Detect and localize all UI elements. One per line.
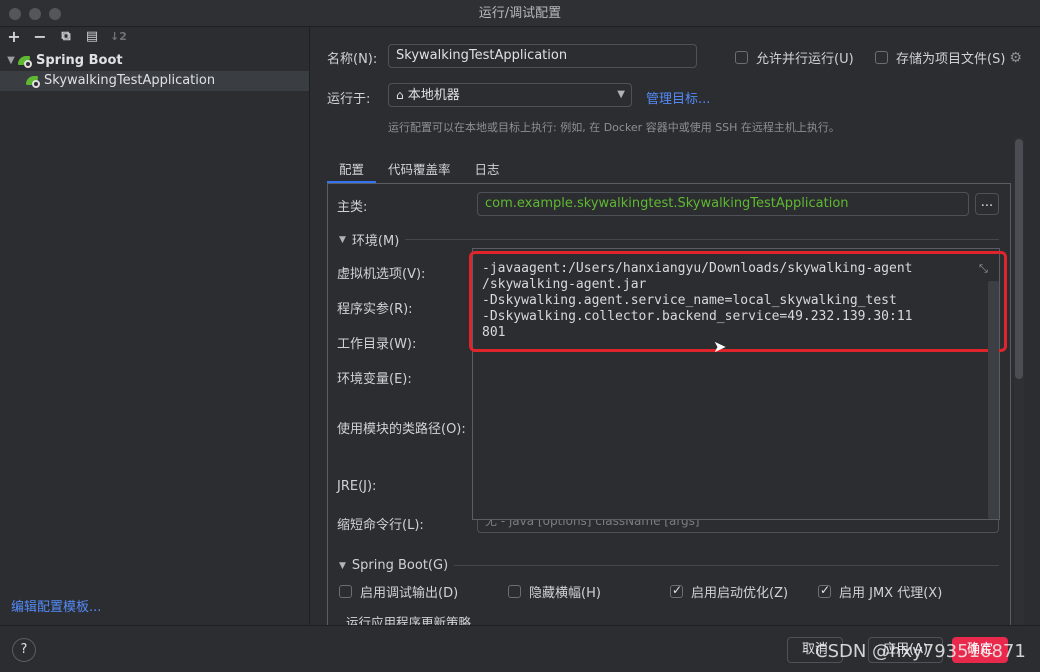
sort-icon[interactable]: ↓2 xyxy=(110,29,127,45)
config-tabs: 配置 代码覆盖率 日志 xyxy=(327,157,512,183)
launch-optimization-label: 启用启动优化(Z) xyxy=(691,586,789,601)
vm-options-label: 虚拟机选项(V): xyxy=(337,267,426,282)
scrollbar-thumb[interactable] xyxy=(1015,139,1023,379)
editor-scrollbar[interactable] xyxy=(988,281,999,519)
window-title: 运行/调试配置 xyxy=(478,6,562,21)
chevron-down-icon: ▼ xyxy=(617,89,625,100)
close-window-button[interactable] xyxy=(9,8,21,20)
dialog-window: 运行/调试配置 + − ⧉ ▤ ↓2 ▼ Spring Boot Skywalk… xyxy=(0,0,1040,672)
main-class-label: 主类: xyxy=(337,200,368,215)
window-controls xyxy=(9,8,61,20)
tree-toolbar: + − ⧉ ▤ ↓2 xyxy=(0,27,309,47)
run-on-hint: 运行配置可以在本地或目标上执行: 例如, 在 Docker 容器中或使用 SSH… xyxy=(388,121,840,134)
shorten-cmd-label: 缩短命令行(L): xyxy=(337,518,424,533)
tab-config[interactable]: 配置 xyxy=(327,157,377,183)
checkbox-checked[interactable] xyxy=(670,583,683,598)
collapse-icon[interactable]: ⤡ xyxy=(979,262,988,276)
manage-targets-link[interactable]: 管理目标... xyxy=(646,88,710,107)
tree-item-label: SkywalkingTestApplication xyxy=(44,73,216,88)
jre-label: JRE(J): xyxy=(337,479,377,494)
jmx-agent-checkbox[interactable]: 启用 JMX 代理(X) xyxy=(818,582,942,601)
checkbox-box[interactable] xyxy=(508,585,521,598)
config-tree: ▼ Spring Boot SkywalkingTestApplication xyxy=(0,51,309,91)
watermark: CSDN @hxy793516871 xyxy=(815,641,1026,662)
checkbox-box[interactable] xyxy=(875,51,888,64)
zoom-window-button[interactable] xyxy=(49,8,61,20)
checkbox-checked[interactable] xyxy=(818,583,831,598)
name-label: 名称(N): xyxy=(327,52,378,67)
env-section-header[interactable]: ▼ 环境(M) xyxy=(339,230,999,249)
spring-boot-icon xyxy=(18,55,32,68)
edit-templates-link[interactable]: 编辑配置模板... xyxy=(11,596,101,615)
chevron-down-icon[interactable]: ▼ xyxy=(4,51,18,71)
store-as-file-checkbox[interactable]: 存储为项目文件(S) ⚙ xyxy=(875,48,1022,67)
enable-debug-checkbox[interactable]: 启用调试输出(D) xyxy=(339,582,458,601)
copy-icon[interactable]: ⧉ xyxy=(58,29,74,45)
allow-parallel-checkbox[interactable]: 允许并行运行(U) xyxy=(735,48,854,67)
jmx-agent-label: 启用 JMX 代理(X) xyxy=(839,586,943,601)
tree-group-label: Spring Boot xyxy=(36,53,123,68)
spring-boot-icon xyxy=(26,75,40,88)
tab-logs[interactable]: 日志 xyxy=(463,157,512,183)
form-scrollbar[interactable] xyxy=(1014,137,1024,625)
working-dir-label: 工作目录(W): xyxy=(337,337,417,352)
springboot-section-header[interactable]: ▼ Spring Boot(G) xyxy=(339,558,999,573)
remove-icon[interactable]: − xyxy=(32,29,48,45)
module-classpath-label: 使用模块的类路径(O): xyxy=(337,422,466,437)
tree-group-spring-boot[interactable]: ▼ Spring Boot xyxy=(0,51,309,71)
checkbox-box[interactable] xyxy=(339,585,352,598)
main-class-input[interactable]: com.example.skywalkingtest.SkywalkingTes… xyxy=(477,192,969,216)
mouse-cursor-icon: ➤ xyxy=(713,337,727,356)
env-vars-label: 环境变量(E): xyxy=(337,372,412,387)
checkbox-box[interactable] xyxy=(735,51,748,64)
help-button[interactable]: ? xyxy=(12,638,36,662)
chevron-down-icon[interactable]: ▼ xyxy=(339,561,346,571)
section-divider xyxy=(454,565,999,566)
store-as-file-label: 存储为项目文件(S) xyxy=(896,52,1006,67)
run-on-value: 本地机器 xyxy=(407,88,460,103)
home-icon: ⌂ xyxy=(396,88,404,102)
hide-banner-label: 隐藏横幅(H) xyxy=(529,586,601,601)
env-section-label: 环境(M) xyxy=(351,234,400,249)
allow-parallel-label: 允许并行运行(U) xyxy=(756,52,854,67)
run-on-label: 运行于: xyxy=(327,92,371,107)
new-folder-icon[interactable]: ▤ xyxy=(84,29,100,45)
config-tree-panel: + − ⧉ ▤ ↓2 ▼ Spring Boot SkywalkingTestA… xyxy=(0,27,310,625)
highlight-annotation xyxy=(469,251,1007,352)
gear-icon[interactable]: ⚙ xyxy=(1009,50,1022,66)
config-form-panel: 名称(N): SkywalkingTestApplication 允许并行运行(… xyxy=(311,27,1040,630)
title-bar: 运行/调试配置 xyxy=(0,0,1040,27)
program-args-label: 程序实参(R): xyxy=(337,302,413,317)
section-divider xyxy=(405,239,999,240)
tab-coverage[interactable]: 代码覆盖率 xyxy=(376,157,463,183)
minimize-window-button[interactable] xyxy=(29,8,41,20)
name-input[interactable]: SkywalkingTestApplication xyxy=(388,44,697,68)
chevron-down-icon[interactable]: ▼ xyxy=(339,235,346,245)
launch-optimization-checkbox[interactable]: 启用启动优化(Z) xyxy=(670,582,788,601)
add-icon[interactable]: + xyxy=(6,29,22,45)
tree-item-skywalking[interactable]: SkywalkingTestApplication xyxy=(0,71,309,91)
browse-main-class-button[interactable]: ... xyxy=(975,193,999,215)
hide-banner-checkbox[interactable]: 隐藏横幅(H) xyxy=(508,582,601,601)
springboot-section-label: Spring Boot(G) xyxy=(351,558,449,573)
enable-debug-label: 启用调试输出(D) xyxy=(360,586,459,601)
run-on-select[interactable]: ⌂ 本地机器 ▼ xyxy=(388,83,632,107)
